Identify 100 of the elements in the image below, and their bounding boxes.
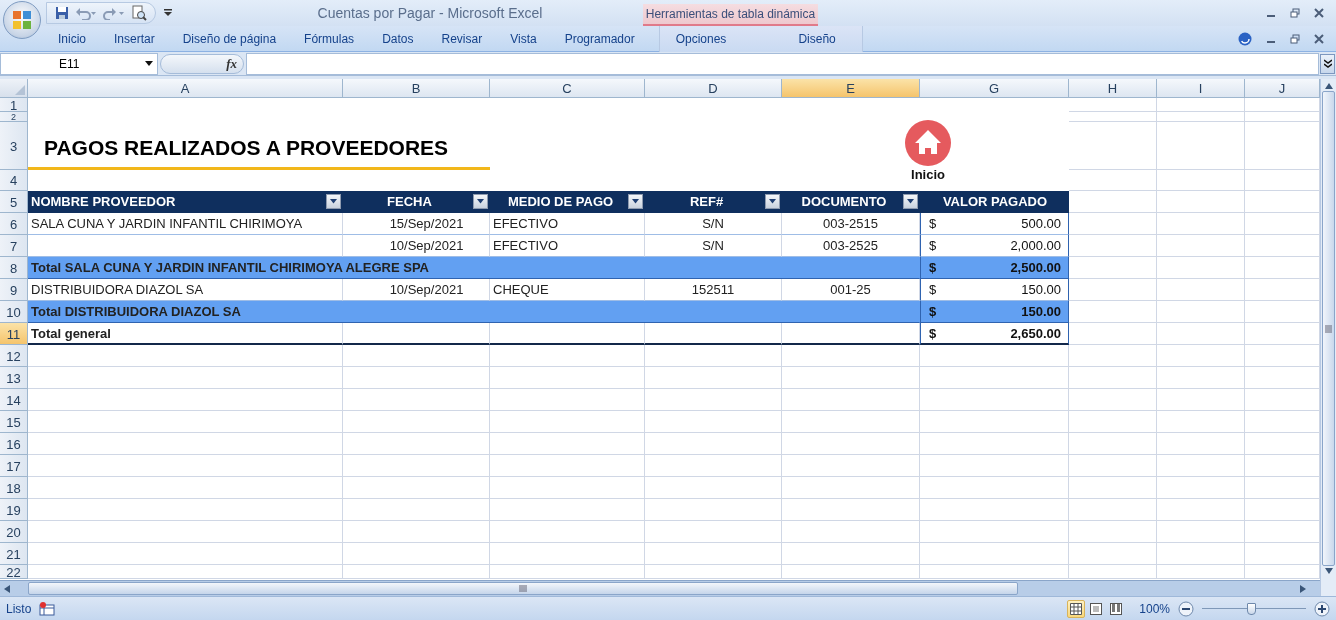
row-header[interactable]: 2 <box>0 112 28 122</box>
row-header[interactable]: 12 <box>0 345 28 367</box>
empty-cell[interactable] <box>1069 433 1157 455</box>
zoom-slider[interactable] <box>1202 602 1306 615</box>
column-header[interactable]: I <box>1157 79 1245 98</box>
empty-cell[interactable] <box>343 455 490 477</box>
row-header[interactable]: 8 <box>0 257 28 279</box>
empty-cell[interactable] <box>343 521 490 543</box>
empty-cell[interactable] <box>490 389 645 411</box>
empty-cell[interactable] <box>920 477 1069 499</box>
scroll-up-icon[interactable] <box>1324 83 1333 89</box>
empty-cell[interactable] <box>920 367 1069 389</box>
empty-cell[interactable] <box>1157 367 1245 389</box>
empty-cell[interactable] <box>1157 411 1245 433</box>
empty-cell[interactable] <box>1069 521 1157 543</box>
empty-cell[interactable] <box>645 389 782 411</box>
empty-cell[interactable] <box>1069 98 1157 112</box>
empty-cell[interactable] <box>490 411 645 433</box>
empty-cell[interactable] <box>1069 411 1157 433</box>
print-preview-icon[interactable] <box>131 5 147 21</box>
row-header[interactable]: 22 <box>0 565 28 579</box>
filter-button[interactable] <box>473 194 488 209</box>
empty-cell[interactable] <box>1157 213 1245 235</box>
empty-cell[interactable] <box>782 565 920 579</box>
empty-cell[interactable] <box>1069 477 1157 499</box>
row-header[interactable]: 9 <box>0 279 28 301</box>
empty-cell[interactable] <box>782 499 920 521</box>
empty-cell[interactable] <box>490 565 645 579</box>
formula-input[interactable] <box>246 52 1319 75</box>
empty-cell[interactable] <box>343 565 490 579</box>
empty-cell[interactable] <box>343 389 490 411</box>
empty-cell[interactable] <box>1157 433 1245 455</box>
filter-button[interactable] <box>765 194 780 209</box>
empty-cell[interactable] <box>920 499 1069 521</box>
empty-cell[interactable] <box>490 477 645 499</box>
filter-button[interactable] <box>326 194 341 209</box>
row-header[interactable]: 4 <box>0 170 28 191</box>
empty-cell[interactable] <box>1069 499 1157 521</box>
row-header[interactable]: 20 <box>0 521 28 543</box>
column-header[interactable]: G <box>920 79 1069 98</box>
empty-cell[interactable] <box>1069 455 1157 477</box>
empty-cell[interactable] <box>1157 279 1245 301</box>
empty-cell[interactable] <box>1157 477 1245 499</box>
empty-cell[interactable] <box>1069 543 1157 565</box>
empty-cell[interactable] <box>1157 235 1245 257</box>
row-header[interactable]: 21 <box>0 543 28 565</box>
empty-cell[interactable] <box>782 411 920 433</box>
select-all-corner[interactable] <box>0 79 28 98</box>
scroll-down-icon[interactable] <box>1324 568 1333 574</box>
empty-cell[interactable] <box>1157 191 1245 213</box>
row-header[interactable]: 10 <box>0 301 28 323</box>
empty-cell[interactable] <box>343 477 490 499</box>
restore-icon[interactable] <box>1290 8 1300 18</box>
filter-button[interactable] <box>628 194 643 209</box>
empty-cell[interactable] <box>1157 112 1245 122</box>
scroll-left-icon[interactable] <box>4 584 10 593</box>
empty-cell[interactable] <box>343 433 490 455</box>
empty-cell[interactable] <box>490 543 645 565</box>
empty-cell[interactable] <box>343 543 490 565</box>
empty-cell[interactable] <box>490 433 645 455</box>
empty-cell[interactable] <box>645 521 782 543</box>
filter-button[interactable] <box>903 194 918 209</box>
ribbon-tab[interactable]: Diseño de página <box>168 31 291 46</box>
ribbon-tab[interactable]: Opciones <box>661 31 741 46</box>
empty-cell[interactable] <box>1157 98 1245 112</box>
empty-cell[interactable] <box>1157 455 1245 477</box>
empty-cell[interactable] <box>1157 122 1245 170</box>
column-header[interactable]: E <box>782 79 920 98</box>
empty-cell[interactable] <box>1157 389 1245 411</box>
row-header[interactable]: 14 <box>0 389 28 411</box>
row-header[interactable]: 15 <box>0 411 28 433</box>
empty-cell[interactable] <box>782 345 920 367</box>
empty-cell[interactable] <box>645 455 782 477</box>
empty-cell[interactable] <box>645 433 782 455</box>
dropdown-caret-icon[interactable] <box>145 61 153 66</box>
row-header[interactable]: 6 <box>0 213 28 235</box>
scroll-right-icon[interactable] <box>1300 584 1306 593</box>
empty-cell[interactable] <box>645 411 782 433</box>
ribbon-tab[interactable]: Datos <box>368 31 428 46</box>
row-header[interactable]: 7 <box>0 235 28 257</box>
insert-function-button[interactable]: fx <box>160 53 244 74</box>
row-header[interactable]: 16 <box>0 433 28 455</box>
row-header[interactable]: 13 <box>0 367 28 389</box>
column-header[interactable]: A <box>28 79 343 98</box>
empty-cell[interactable] <box>1069 112 1157 122</box>
empty-cell[interactable] <box>343 499 490 521</box>
empty-cell[interactable] <box>1069 345 1157 367</box>
empty-cell[interactable] <box>490 499 645 521</box>
empty-cell[interactable] <box>1157 257 1245 279</box>
empty-cell[interactable] <box>920 521 1069 543</box>
empty-cell[interactable] <box>645 477 782 499</box>
column-header[interactable]: C <box>490 79 645 98</box>
empty-cell[interactable] <box>782 455 920 477</box>
empty-cell[interactable] <box>920 433 1069 455</box>
redo-icon[interactable] <box>103 6 125 20</box>
empty-cell[interactable] <box>1157 543 1245 565</box>
empty-cell[interactable] <box>782 521 920 543</box>
empty-cell[interactable] <box>645 367 782 389</box>
row-header[interactable]: 3 <box>0 122 28 170</box>
empty-cell[interactable] <box>1157 170 1245 191</box>
